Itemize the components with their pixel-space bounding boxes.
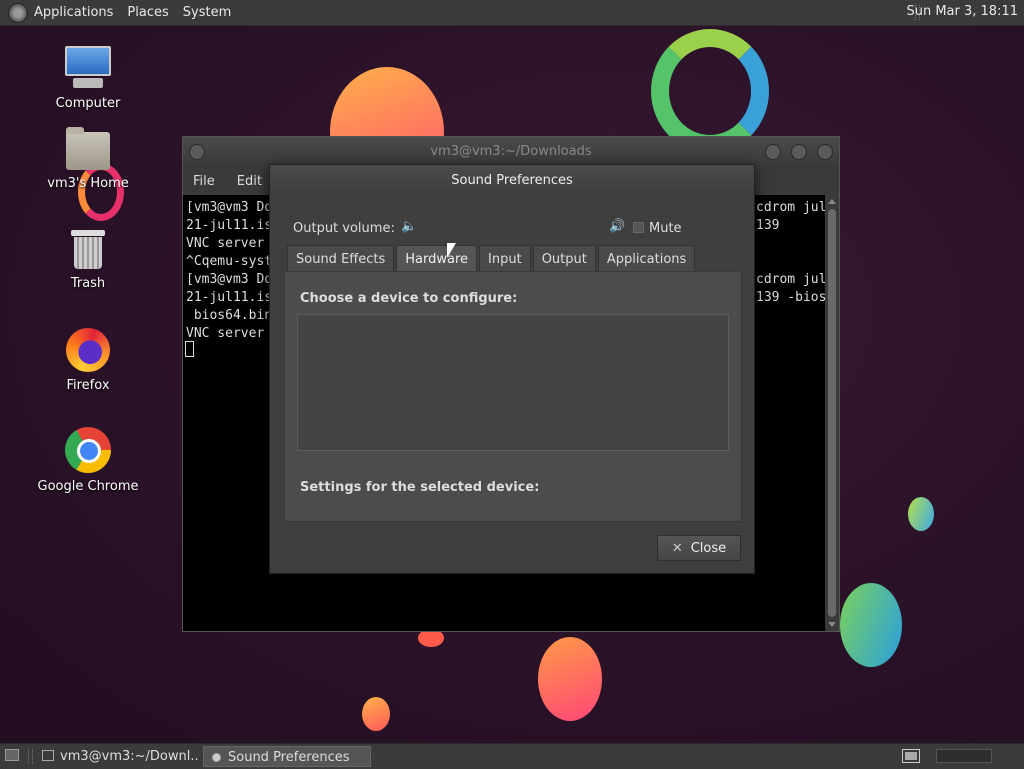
- terminal-line: cdrom jul: [756, 272, 827, 287]
- tab-bar: Sound Effects Hardware Input Output Appl…: [287, 245, 697, 272]
- chrome-icon: [65, 427, 111, 473]
- menu-applications[interactable]: Applications: [34, 5, 113, 20]
- minimize-icon[interactable]: [765, 144, 781, 160]
- menu-edit[interactable]: Edit: [237, 174, 262, 189]
- desktop-icon-chrome[interactable]: Google Chrome: [33, 427, 143, 494]
- terminal-line: ^Cqemu-syst: [186, 254, 273, 269]
- taskbar-item-sound-preferences[interactable]: Sound Preferences: [203, 746, 371, 767]
- desktop-icon-label: Firefox: [66, 378, 110, 393]
- computer-icon: [65, 46, 111, 90]
- output-volume-row: Output volume: 🔈 🔊 Mute: [293, 219, 733, 239]
- dialog-title[interactable]: Sound Preferences: [270, 165, 754, 197]
- distro-logo-icon[interactable]: [8, 2, 28, 23]
- tab-output[interactable]: Output: [532, 245, 596, 272]
- wallpaper-shape: [538, 637, 602, 721]
- mute-checkbox[interactable]: [633, 222, 644, 233]
- desktop-icon-label: Google Chrome: [37, 479, 139, 494]
- maximize-icon[interactable]: [791, 144, 807, 160]
- wallpaper-shape: [651, 29, 769, 153]
- speaker-high-icon: 🔊: [609, 219, 626, 234]
- desktop-icon-firefox[interactable]: Firefox: [33, 328, 143, 393]
- taskbar-item-label: Sound Preferences: [228, 750, 350, 765]
- scroll-up-icon[interactable]: [828, 199, 836, 204]
- desktop-icon-label: Computer: [55, 96, 121, 111]
- terminal-line: [vm3@vm3 Do: [186, 200, 273, 215]
- desktop-icon-home[interactable]: vm3's Home: [33, 127, 143, 191]
- close-button[interactable]: ✕ Close: [657, 535, 741, 561]
- terminal-line: bios64.bin: [186, 308, 273, 323]
- device-list[interactable]: [297, 314, 729, 451]
- menu-file[interactable]: File: [193, 174, 215, 189]
- terminal-line: cdrom jul: [756, 200, 827, 215]
- mute-label[interactable]: Mute: [649, 221, 682, 236]
- bottom-panel: vm3@vm3:~/Downl... Sound Preferences: [0, 743, 1024, 769]
- desktop-icon-label: vm3's Home: [47, 176, 129, 191]
- desktop-icon-trash[interactable]: Trash: [33, 230, 143, 291]
- terminal-line: VNC server: [186, 236, 273, 251]
- terminal-title: vm3@vm3:~/Downloads: [430, 144, 592, 159]
- workspace-switcher-icon[interactable]: [902, 749, 920, 763]
- terminal-line: 21-jul11.is: [186, 218, 273, 233]
- menu-places[interactable]: Places: [127, 5, 168, 20]
- terminal-line: 21-jul11.is: [186, 290, 273, 305]
- terminal-icon: [42, 750, 54, 761]
- terminal-scrollbar[interactable]: [825, 195, 839, 631]
- home-folder-icon: [66, 127, 110, 170]
- workspace-pager[interactable]: [936, 749, 992, 763]
- terminal-line: [vm3@vm3 Do: [186, 272, 273, 287]
- sound-preferences-dialog[interactable]: Sound Preferences Output volume: 🔈 🔊 Mut…: [269, 164, 755, 574]
- panel-handle[interactable]: [28, 749, 33, 764]
- terminal-line: VNC server: [186, 326, 273, 341]
- trash-icon: [71, 230, 105, 270]
- tab-input[interactable]: Input: [479, 245, 531, 272]
- tab-sound-effects[interactable]: Sound Effects: [287, 245, 395, 272]
- menu-system[interactable]: System: [183, 5, 231, 20]
- terminal-cursor: [185, 341, 194, 357]
- taskbar-item-terminal[interactable]: vm3@vm3:~/Downl...: [36, 746, 200, 767]
- firefox-icon: [66, 328, 110, 372]
- settings-label: Settings for the selected device:: [300, 480, 540, 495]
- close-button-label: Close: [690, 540, 727, 556]
- desktop-icon-label: Trash: [70, 276, 106, 291]
- close-icon: ✕: [671, 540, 683, 556]
- hardware-tab-pane: Choose a device to configure: Settings f…: [284, 271, 742, 522]
- wallpaper-shape: [362, 697, 390, 731]
- sound-icon: [212, 753, 221, 762]
- scrollbar-thumb[interactable]: [828, 209, 836, 617]
- taskbar-item-label: vm3@vm3:~/Downl...: [60, 749, 200, 764]
- output-volume-label: Output volume:: [293, 221, 395, 236]
- wallpaper-shape: [840, 583, 902, 667]
- top-panel: Applications Places System Sun Mar 3, 18…: [0, 0, 1024, 26]
- speaker-low-icon: 🔈: [401, 219, 418, 234]
- show-desktop-icon[interactable]: [5, 749, 19, 761]
- choose-device-label: Choose a device to configure:: [300, 291, 518, 306]
- close-icon[interactable]: [817, 144, 833, 160]
- clock[interactable]: Sun Mar 3, 18:11: [906, 4, 1018, 19]
- tab-applications[interactable]: Applications: [597, 245, 696, 272]
- scroll-down-icon[interactable]: [828, 622, 836, 627]
- mouse-pointer-icon: [447, 243, 456, 258]
- desktop-icon-computer[interactable]: Computer: [33, 46, 143, 111]
- terminal-line: 139: [756, 218, 780, 233]
- tab-hardware[interactable]: Hardware: [396, 245, 478, 272]
- terminal-titlebar[interactable]: vm3@vm3:~/Downloads: [183, 137, 839, 167]
- terminal-line: 139 -bios: [756, 290, 827, 305]
- wallpaper-shape: [908, 497, 934, 531]
